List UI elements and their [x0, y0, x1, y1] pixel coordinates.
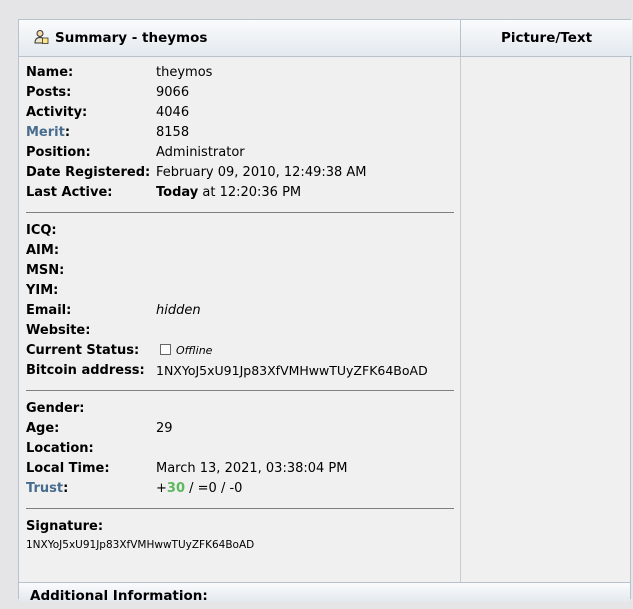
row-bitcoin-address: Bitcoin address: 1NXYoJ5xU91Jp83XfVMHwwT…	[26, 361, 454, 381]
trust-rest: / =0 / -0	[185, 481, 243, 496]
yim-label: YIM:	[26, 283, 59, 298]
row-signature: Signature:	[26, 517, 454, 537]
row-aim: AIM:	[26, 241, 454, 261]
email-value: hidden	[156, 303, 201, 318]
trust-positive-count[interactable]: 30	[167, 481, 185, 496]
current-status-label: Current Status:	[26, 343, 140, 358]
bitcoin-address-label: Bitcoin address:	[26, 363, 145, 378]
last-active-label: Last Active:	[26, 185, 113, 200]
row-merit: Merit: 8158	[26, 123, 454, 143]
row-local-time: Local Time: March 13, 2021, 03:38:04 PM	[26, 459, 454, 479]
merit-colon: :	[64, 125, 71, 140]
picture-text-title: Picture/Text	[500, 30, 593, 46]
picture-text-header: Picture/Text	[460, 20, 632, 57]
website-label: Website:	[26, 323, 91, 338]
row-last-active: Last Active: Today at 12:20:36 PM	[26, 183, 454, 203]
current-status-value: Offline	[176, 344, 213, 357]
profile-frame: Summary - theymos Picture/Text Name: the…	[18, 19, 632, 604]
separator	[26, 508, 454, 509]
column-divider	[460, 57, 461, 582]
date-registered-value: February 09, 2010, 12:49:38 AM	[156, 165, 367, 180]
name-label: Name:	[26, 65, 74, 80]
row-name: Name: theymos	[26, 63, 454, 83]
row-activity: Activity: 4046	[26, 103, 454, 123]
activity-label: Activity:	[26, 105, 88, 120]
user-profile-icon	[33, 23, 49, 44]
bitcoin-address-value: 1NXYoJ5xU91Jp83XfVMHwwTUyZFK64BoAD	[156, 363, 428, 378]
offline-status-icon	[160, 344, 171, 355]
separator	[26, 390, 454, 391]
row-website: Website:	[26, 321, 454, 341]
local-time-value: March 13, 2021, 03:38:04 PM	[156, 461, 348, 476]
local-time-label: Local Time:	[26, 461, 110, 476]
posts-label: Posts:	[26, 85, 72, 100]
last-active-today: Today	[156, 185, 199, 200]
additional-information-title: Additional Information:	[30, 588, 208, 604]
icq-label: ICQ:	[26, 223, 57, 238]
trust-colon: :	[63, 481, 69, 496]
summary-content: Name: theymos Posts: 9066 Activity: 4046…	[26, 63, 454, 553]
row-age: Age: 29	[26, 419, 454, 439]
merit-value: 8158	[156, 125, 190, 140]
row-position: Position: Administrator	[26, 143, 454, 163]
row-posts: Posts: 9066	[26, 83, 454, 103]
row-current-status: Current Status: Offline	[26, 341, 454, 361]
row-date-registered: Date Registered: February 09, 2010, 12:4…	[26, 163, 454, 183]
row-email: Email: hidden	[26, 301, 454, 321]
row-yim: YIM:	[26, 281, 454, 301]
location-label: Location:	[26, 441, 94, 456]
name-value: theymos	[156, 65, 213, 80]
row-icq: ICQ:	[26, 221, 454, 241]
trust-link[interactable]: Trust	[26, 481, 63, 496]
aim-label: AIM:	[26, 243, 60, 258]
summary-title: Summary - theymos	[55, 30, 208, 46]
last-active-time: at 12:20:36 PM	[198, 185, 302, 200]
position-value: Administrator	[156, 145, 245, 160]
row-trust: Trust: +30 / =0 / -0	[26, 479, 454, 499]
trust-plus: +	[156, 481, 167, 496]
activity-value: 4046	[156, 105, 190, 120]
row-gender: Gender:	[26, 399, 454, 419]
summary-header: Summary - theymos	[19, 20, 460, 57]
email-label: Email:	[26, 303, 72, 318]
age-value: 29	[156, 421, 173, 436]
age-label: Age:	[26, 421, 60, 436]
posts-value: 9066	[156, 85, 190, 100]
separator	[26, 212, 454, 213]
gender-label: Gender:	[26, 401, 85, 416]
date-registered-label: Date Registered:	[26, 165, 151, 180]
position-label: Position:	[26, 145, 91, 160]
additional-information-header: Additional Information:	[19, 582, 630, 604]
msn-label: MSN:	[26, 263, 65, 278]
signature-label: Signature:	[26, 519, 104, 534]
row-msn: MSN:	[26, 261, 454, 281]
merit-link[interactable]: Merit	[26, 125, 65, 140]
signature-value: 1NXYoJ5xU91Jp83XfVMHwwTUyZFK64BoAD	[26, 539, 255, 551]
row-location: Location:	[26, 439, 454, 459]
